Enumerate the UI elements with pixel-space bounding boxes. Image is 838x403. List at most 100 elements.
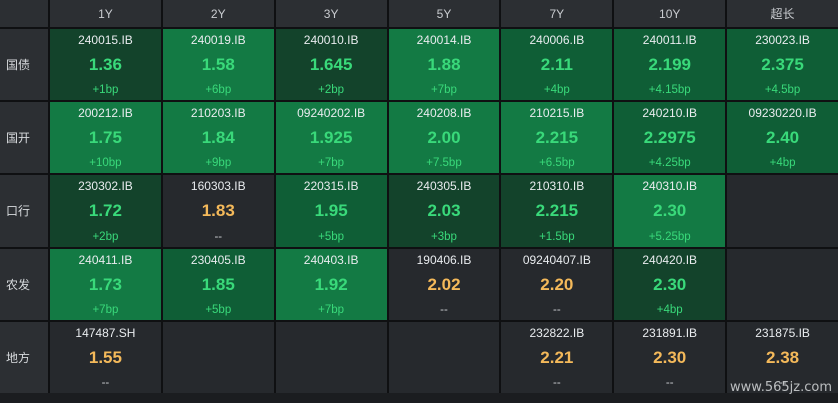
bond-change: +4bp — [543, 84, 570, 97]
bond-cell[interactable]: 240305.IB 2.03 +3bp — [388, 175, 500, 247]
bond-change: +7bp — [318, 303, 345, 316]
bond-code: 220315.IB — [303, 179, 359, 194]
bond-code: 240019.IB — [190, 33, 246, 47]
bond-cell[interactable]: 210215.IB 2.215 +6.5bp — [501, 102, 613, 174]
bond-yield: 2.375 — [761, 55, 804, 75]
bond-change: +4bp — [769, 157, 796, 170]
bond-change: -- — [101, 376, 110, 389]
empty-cell — [162, 321, 274, 393]
bond-yield: 1.75 — [88, 128, 122, 148]
bond-cell[interactable]: 09240202.IB 1.925 +7bp — [275, 102, 387, 174]
bond-code: 240411.IB — [78, 252, 133, 267]
bond-code: 160303.IB — [190, 179, 246, 194]
bond-yield: 1.85 — [201, 274, 235, 294]
bond-code: 240305.IB — [416, 179, 472, 194]
empty-cell — [275, 321, 387, 393]
bond-change: +9bp — [205, 157, 232, 170]
bond-cell[interactable]: 09240407.IB 2.20 -- — [501, 248, 613, 320]
column-header-tenor: 7Y — [501, 0, 613, 27]
bond-code: 210310.IB — [529, 179, 585, 194]
bond-yield: 2.30 — [653, 201, 687, 221]
bond-yield: 2.30 — [653, 274, 687, 294]
bond-change: +5.25bp — [648, 230, 691, 243]
bond-cell[interactable]: 240210.IB 2.2975 +4.25bp — [614, 102, 726, 174]
bond-code: 240420.IB — [642, 252, 698, 267]
bond-change: +1bp — [92, 84, 119, 97]
bond-cell[interactable]: 240014.IB 1.88 +7bp — [388, 29, 500, 101]
bond-code: 231891.IB — [642, 325, 698, 340]
bond-code: 240210.IB — [642, 106, 698, 121]
bond-yield: 2.20 — [540, 274, 574, 294]
bond-yield: 1.83 — [201, 201, 235, 221]
bond-change: +4.5bp — [764, 84, 801, 97]
bond-cell[interactable]: 210203.IB 1.84 +9bp — [162, 102, 274, 174]
bond-yield: 2.30 — [653, 347, 687, 367]
bond-yield: 2.21 — [540, 347, 574, 367]
bond-code: 09230220.IB — [748, 106, 817, 121]
bond-cell[interactable]: 147487.SH 1.55 -- — [50, 321, 161, 393]
yield-matrix-table: 1Y 2Y 3Y 5Y 7Y 10Y 超长 国债 240015.IB 1.36 +1bp 240019… — [0, 0, 838, 393]
bond-cell[interactable]: 210310.IB 2.215 +1.5bp — [501, 175, 613, 247]
bond-code: 240208.IB — [416, 106, 472, 121]
header-corner — [0, 0, 48, 27]
bond-change: -- — [214, 230, 223, 243]
bond-cell[interactable]: 230023.IB 2.375 +4.5bp — [727, 29, 838, 101]
bond-code: 09240407.IB — [522, 252, 591, 267]
bond-cell[interactable]: 240403.IB 1.92 +7bp — [275, 248, 387, 320]
bond-yield: 1.55 — [88, 347, 122, 367]
bond-code: 210203.IB — [190, 106, 246, 121]
bond-code: 230405.IB — [190, 252, 246, 267]
bond-yield: 2.00 — [427, 128, 461, 148]
bond-cell[interactable]: 240006.IB 2.11 +4bp — [501, 29, 613, 101]
bond-code: 240006.IB — [529, 33, 585, 47]
bond-change: -- — [665, 376, 674, 389]
bond-cell[interactable]: 220315.IB 1.95 +5bp — [275, 175, 387, 247]
bond-code: 240310.IB — [642, 179, 698, 194]
bond-code: 230023.IB — [755, 33, 810, 47]
bond-cell[interactable]: 160303.IB 1.83 -- — [162, 175, 274, 247]
bond-cell[interactable]: 200212.IB 1.75 +10bp — [50, 102, 161, 174]
empty-cell — [388, 321, 500, 393]
bond-yield: 1.92 — [314, 274, 348, 294]
column-header-tenor: 2Y — [162, 0, 274, 27]
bond-cell[interactable]: 232822.IB 2.21 -- — [501, 321, 613, 393]
bond-cell[interactable]: 231891.IB 2.30 -- — [614, 321, 726, 393]
empty-cell — [727, 175, 838, 247]
bond-cell[interactable]: 240010.IB 1.645 +2bp — [275, 29, 387, 101]
bond-yield: 1.95 — [314, 201, 348, 221]
bond-code: 240403.IB — [303, 252, 359, 267]
column-header-tenor: 3Y — [275, 0, 387, 27]
row-label-issuer: 地方 — [0, 321, 48, 393]
bond-change: +7bp — [431, 84, 457, 97]
bond-cell[interactable]: 240208.IB 2.00 +7.5bp — [388, 102, 500, 174]
bond-change: +6.5bp — [539, 157, 575, 170]
bond-code: 240010.IB — [303, 33, 359, 47]
bond-cell[interactable]: 240420.IB 2.30 +4bp — [614, 248, 726, 320]
bond-cell[interactable]: 230302.IB 1.72 +2bp — [50, 175, 161, 247]
bond-yield: 2.11 — [540, 55, 573, 75]
bond-yield: 2.40 — [766, 128, 800, 148]
bond-yield: 2.03 — [427, 201, 461, 221]
bond-cell[interactable]: 240019.IB 1.58 +6bp — [162, 29, 274, 101]
bond-change: +7bp — [318, 157, 345, 170]
column-header-tenor: 超长 — [727, 0, 838, 27]
bond-cell[interactable]: 190406.IB 2.02 -- — [388, 248, 500, 320]
row-label-issuer: 口行 — [0, 175, 48, 247]
bond-cell[interactable]: 240011.IB 2.199 +4.15bp — [614, 29, 726, 101]
bond-yield: 2.38 — [766, 347, 800, 367]
bond-change: +7bp — [92, 303, 119, 316]
bond-cell[interactable]: 240310.IB 2.30 +5.25bp — [614, 175, 726, 247]
column-header-tenor: 10Y — [614, 0, 726, 27]
bond-change: +4.25bp — [648, 157, 691, 170]
bond-yield: 2.02 — [427, 274, 461, 294]
bond-cell[interactable]: 09230220.IB 2.40 +4bp — [727, 102, 838, 174]
bond-cell[interactable]: 240411.IB 1.73 +7bp — [50, 248, 161, 320]
bond-yield: 1.88 — [427, 55, 461, 75]
bond-cell[interactable]: 230405.IB 1.85 +5bp — [162, 248, 274, 320]
bond-code: 240015.IB — [78, 33, 133, 47]
bond-cell[interactable]: 240015.IB 1.36 +1bp — [50, 29, 161, 101]
bond-yield: 1.58 — [201, 55, 235, 75]
bond-change: +5bp — [205, 303, 232, 316]
bond-yield: 1.84 — [201, 128, 235, 148]
bond-change: +3bp — [431, 230, 457, 243]
